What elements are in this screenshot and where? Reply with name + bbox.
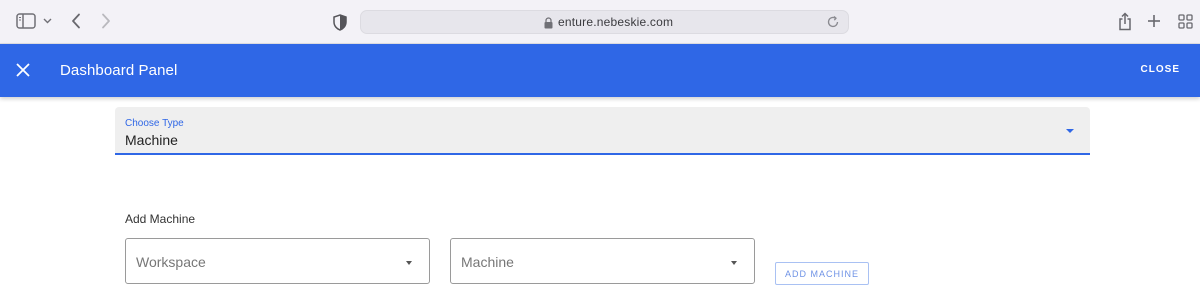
workspace-placeholder: Workspace (136, 254, 206, 270)
chevron-right-icon[interactable] (98, 11, 114, 31)
machine-placeholder: Machine (461, 254, 514, 270)
grid-icon[interactable] (1177, 13, 1193, 29)
workspace-select[interactable]: Workspace (125, 238, 430, 284)
choose-type-label: Choose Type (125, 118, 184, 129)
browser-toolbar: enture.nebeskie.com (0, 0, 1200, 44)
add-machine-button[interactable]: ADD MACHINE (775, 262, 869, 285)
lock-icon (544, 16, 554, 29)
dropdown-arrow-icon (731, 261, 737, 265)
main-content: Choose Type Machine Add Machine Workspac… (0, 97, 1200, 304)
url-text: enture.nebeskie.com (558, 15, 674, 29)
close-button[interactable]: CLOSE (1141, 64, 1180, 75)
share-icon[interactable] (1117, 10, 1133, 32)
chevron-left-icon[interactable] (68, 11, 84, 31)
chevron-down-icon[interactable] (42, 14, 52, 28)
address-bar[interactable]: enture.nebeskie.com (360, 10, 849, 34)
sidebar-icon[interactable] (16, 13, 36, 29)
page-title: Dashboard Panel (60, 62, 178, 79)
choose-type-value: Machine (125, 132, 178, 148)
machine-select[interactable]: Machine (450, 238, 755, 284)
close-icon[interactable] (15, 62, 31, 78)
shield-icon[interactable] (331, 12, 349, 32)
dropdown-arrow-icon (406, 261, 412, 265)
app-header: Dashboard Panel CLOSE (0, 44, 1200, 97)
dropdown-arrow-icon (1066, 129, 1074, 133)
plus-icon[interactable] (1146, 12, 1162, 30)
choose-type-select[interactable]: Choose Type Machine (115, 107, 1090, 155)
reload-icon[interactable] (826, 15, 840, 29)
add-machine-heading: Add Machine (125, 212, 196, 226)
